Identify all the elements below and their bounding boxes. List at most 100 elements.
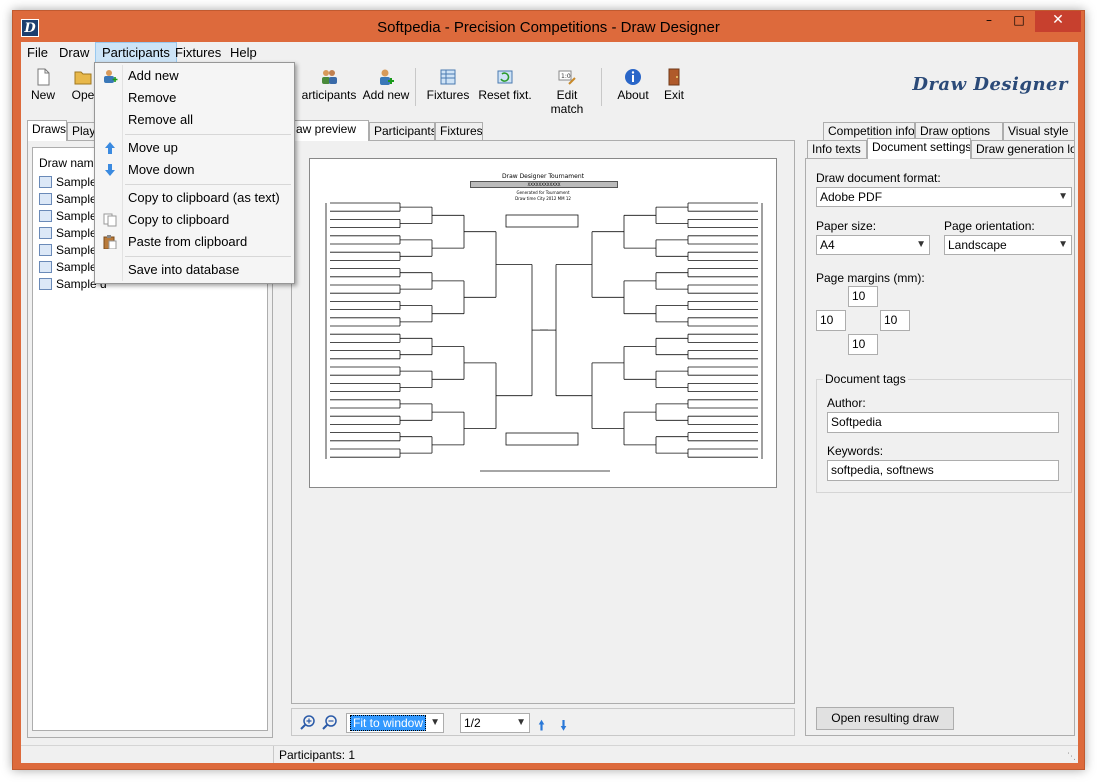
tab-draws[interactable]: Draws <box>27 120 67 141</box>
menu-separator <box>125 134 291 135</box>
tab-draw-preview[interactable]: aw preview <box>291 120 369 141</box>
tab-visual-style[interactable]: Visual style <box>1003 122 1075 141</box>
menu-paste[interactable]: Paste from clipboard <box>97 231 292 253</box>
about-button[interactable]: About <box>611 66 655 110</box>
fixtures-icon <box>440 69 456 85</box>
page-down-icon[interactable]: 🠛 <box>560 715 567 739</box>
tab-fixtures[interactable]: Fixtures <box>435 122 483 141</box>
close-button[interactable]: ✕ <box>1035 11 1081 32</box>
page-up-icon[interactable]: 🠙 <box>538 715 545 739</box>
maximize-button[interactable]: □ <box>1005 11 1033 32</box>
margin-right-field[interactable]: 10 <box>880 310 910 331</box>
title-bar[interactable]: D Softpedia - Precision Competitions - D… <box>13 11 1084 45</box>
reset-fixtures-button[interactable]: Reset fixt. <box>477 66 533 110</box>
document-settings-body: Draw document format: Adobe PDF ▼ Paper s… <box>805 158 1075 736</box>
menu-copy-text[interactable]: Copy to clipboard (as text) <box>97 187 292 209</box>
tab-document-settings[interactable]: Document settings <box>867 138 971 159</box>
margins-label: Page margins (mm): <box>816 271 925 285</box>
draw-icon <box>39 261 52 273</box>
chevron-down-icon: ▼ <box>516 717 526 728</box>
chevron-down-icon: ▼ <box>1058 239 1068 250</box>
minimize-button[interactable]: – <box>975 11 1003 32</box>
menu-separator <box>125 184 291 185</box>
fixtures-label: Fixtures <box>426 88 470 102</box>
draw-icon <box>39 193 52 205</box>
keywords-field[interactable]: softpedia, softnews <box>827 460 1059 481</box>
menu-move-up[interactable]: Move up <box>97 137 292 159</box>
chevron-down-icon: ▼ <box>430 717 440 728</box>
keywords-label: Keywords: <box>827 444 884 458</box>
right-panel: Competition info Draw options Visual sty… <box>805 120 1075 738</box>
toolbar-separator <box>415 68 416 106</box>
reset-fixtures-label: Reset fixt. <box>478 88 532 102</box>
add-new-button[interactable]: Add new <box>361 66 411 110</box>
edit-match-icon: 1:0 <box>558 70 576 85</box>
tab-participants[interactable]: Participants <box>369 122 435 141</box>
center-panel: aw preview Participants Fixtures Draw De… <box>285 120 801 738</box>
menu-move-down[interactable]: Move down <box>97 159 292 181</box>
fixtures-button[interactable]: Fixtures <box>425 66 471 110</box>
exit-button[interactable]: Exit <box>657 66 691 110</box>
draw-icon <box>39 176 52 188</box>
open-resulting-draw-button[interactable]: Open resulting draw <box>816 707 954 730</box>
format-select[interactable]: Adobe PDF ▼ <box>816 187 1072 207</box>
draw-icon <box>39 278 52 290</box>
menu-remove[interactable]: Remove <box>97 87 292 109</box>
draw-icon <box>39 244 52 256</box>
brand-logo: Draw Designer <box>912 74 1068 95</box>
menu-fixtures[interactable]: Fixtures <box>169 42 227 63</box>
add-user-icon <box>104 70 118 83</box>
new-button[interactable]: New <box>25 66 61 110</box>
paper-size-label: Paper size: <box>816 219 877 233</box>
participants-count: Participants: 1 <box>279 748 356 762</box>
author-field[interactable]: Softpedia <box>827 412 1059 433</box>
participants-label: articipants <box>301 88 357 102</box>
participants-icon <box>322 70 337 84</box>
margin-bottom-field[interactable]: 10 <box>848 334 878 355</box>
preview-area[interactable]: Draw Designer Tournament XXXXXXXXXXXX Ge… <box>291 140 795 704</box>
exit-door-icon <box>668 68 680 86</box>
menu-draw[interactable]: Draw <box>53 42 95 63</box>
menu-participants[interactable]: Participants <box>95 42 177 63</box>
margin-top-field[interactable]: 10 <box>848 286 878 307</box>
draw-preview-sheet[interactable]: Draw Designer Tournament XXXXXXXXXXXX Ge… <box>309 158 777 488</box>
menu-separator <box>125 256 291 257</box>
orientation-select[interactable]: Landscape ▼ <box>944 235 1072 255</box>
paper-size-select[interactable]: A4 ▼ <box>816 235 930 255</box>
tab-info-texts[interactable]: Info texts <box>807 140 867 159</box>
participants-button[interactable]: articipants <box>299 66 359 110</box>
edit-match-button[interactable]: 1:0 Edit match <box>539 66 595 116</box>
orientation-label: Page orientation: <box>944 219 1035 233</box>
tab-draw-generation-log[interactable]: Draw generation log <box>971 140 1075 159</box>
paper-size-value: A4 <box>820 238 835 252</box>
menu-move-up-label: Move up <box>128 140 178 155</box>
menu-save-db[interactable]: Save into database <box>97 259 292 281</box>
document-tags-label: Document tags <box>823 372 908 386</box>
status-bar: Participants: 1 ⋱ <box>21 745 1078 763</box>
menu-move-down-label: Move down <box>128 162 195 177</box>
menu-add-new-label: Add new <box>128 68 179 83</box>
menu-bar: File Draw Participants Fixtures Help <box>21 42 1078 63</box>
about-label: About <box>617 88 649 102</box>
menu-add-new[interactable]: Add new <box>97 65 292 87</box>
margin-left-field[interactable]: 10 <box>816 310 846 331</box>
menu-copy-text-label: Copy to clipboard (as text) <box>128 190 280 205</box>
document-tags-group: Document tags Author: Softpedia Keywords… <box>816 372 1072 493</box>
author-label: Author: <box>827 396 866 410</box>
orientation-value: Landscape <box>948 238 1007 252</box>
zoom-select[interactable]: Fit to window ▼ <box>346 713 444 733</box>
add-new-label: Add new <box>362 88 410 102</box>
menu-remove-all-label: Remove all <box>128 112 194 127</box>
menu-remove-all[interactable]: Remove all <box>97 109 292 131</box>
page-select[interactable]: 1/2 ▼ <box>460 713 530 733</box>
menu-remove-label: Remove <box>128 90 177 105</box>
zoom-out-icon[interactable] <box>322 715 338 731</box>
menu-copy[interactable]: Copy to clipboard <box>97 209 292 231</box>
zoom-in-icon[interactable] <box>300 715 316 731</box>
menu-file[interactable]: File <box>21 42 54 63</box>
window-title: Softpedia - Precision Competitions - Dra… <box>377 19 720 36</box>
menu-help[interactable]: Help <box>224 42 263 63</box>
resize-grip-icon[interactable]: ⋱ <box>1067 752 1076 762</box>
format-value: Adobe PDF <box>820 190 883 204</box>
tournament-bracket <box>325 202 763 472</box>
